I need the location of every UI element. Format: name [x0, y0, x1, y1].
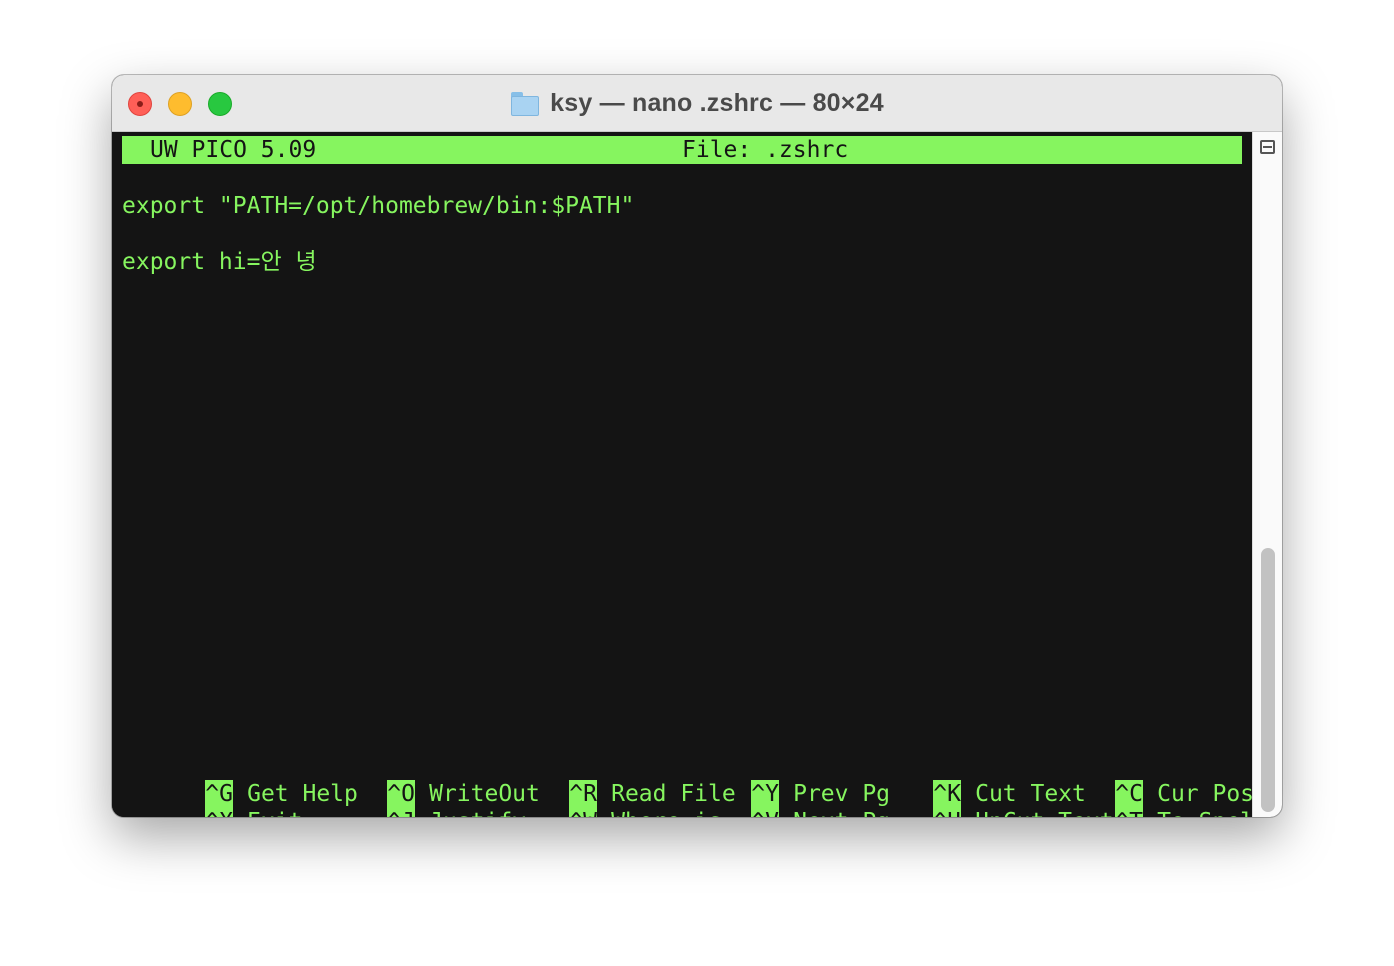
shortcut-key: ^W	[569, 808, 598, 817]
terminal-window: ksy — nano .zshrc — 80×24 UW PICO 5.09 F…	[112, 75, 1282, 817]
shortcut-key: ^T	[1115, 808, 1144, 817]
file-line-1[interactable]: export "PATH=/opt/homebrew/bin:$PATH"	[122, 192, 634, 220]
editor-status-bar: UW PICO 5.09 File: .zshrc	[122, 136, 1242, 164]
shortcut-key: ^U	[933, 808, 962, 817]
shortcut-cur-pos[interactable]: ^C Cur Pos	[1032, 752, 1254, 808]
editor-file-label: File: .zshrc	[682, 137, 849, 163]
vertical-scrollbar[interactable]	[1252, 132, 1282, 817]
window-title: ksy — nano .zshrc — 80×24	[550, 89, 884, 117]
shortcut-key: ^J	[387, 808, 416, 817]
terminal-content[interactable]: UW PICO 5.09 File: .zshrc export "PATH=/…	[112, 132, 1268, 817]
split-pane-icon[interactable]	[1260, 140, 1275, 154]
shortcut-to-spell[interactable]: ^TTo Spell	[1032, 780, 1268, 817]
window-title-group: ksy — nano .zshrc — 80×24	[112, 75, 1282, 132]
shortcut-key: ^V	[751, 808, 780, 817]
editor-app-name: UW PICO 5.09	[150, 137, 317, 163]
file-line-2[interactable]: export hi=안 녕	[122, 248, 317, 276]
title-bar[interactable]: ksy — nano .zshrc — 80×24	[112, 75, 1282, 132]
shortcut-key: ^X	[205, 808, 234, 817]
scrollbar-thumb[interactable]	[1261, 548, 1275, 812]
folder-icon	[510, 91, 540, 117]
shortcut-exit[interactable]: ^X Exit	[122, 780, 302, 817]
shortcut-label: Exit	[247, 809, 302, 817]
